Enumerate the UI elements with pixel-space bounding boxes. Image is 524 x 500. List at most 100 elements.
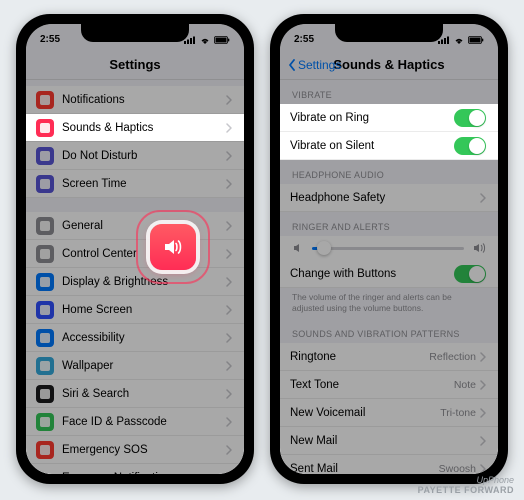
volume-high-icon: [472, 242, 486, 254]
row-label: Sounds & Haptics: [62, 122, 226, 134]
settings-row-sos[interactable]: Emergency SOS: [26, 436, 244, 464]
row-label: Vibrate on Ring: [290, 112, 454, 124]
row-label: Screen Time: [62, 178, 226, 190]
chevron-right-icon: [480, 193, 486, 203]
sounds-content[interactable]: VIBRATE Vibrate on Ring Vibrate on Silen…: [280, 80, 498, 474]
ringer-slider[interactable]: [312, 247, 464, 250]
siri-icon: [36, 385, 54, 403]
settings-row-dnd[interactable]: Do Not Disturb: [26, 142, 244, 170]
settings-row-siri[interactable]: Siri & Search: [26, 380, 244, 408]
settings-row-screen-time[interactable]: Screen Time: [26, 170, 244, 198]
phone-right: 2:55 Settings Sounds & Haptics VIBRATE V…: [270, 14, 508, 484]
row-sent-mail[interactable]: Sent Mail Swoosh: [280, 455, 498, 474]
screen-time-icon: [36, 175, 54, 193]
back-button[interactable]: Settings: [288, 50, 341, 79]
volume-icon: [161, 235, 185, 259]
chevron-right-icon: [226, 333, 232, 343]
row-headphone-safety[interactable]: Headphone Safety: [280, 184, 498, 212]
chevron-right-icon: [480, 408, 486, 418]
sounds-callout: [150, 224, 196, 270]
row-text-tone[interactable]: Text Tone Note: [280, 371, 498, 399]
settings-row-display[interactable]: Display & Brightness: [26, 268, 244, 296]
row-label: Wallpaper: [62, 360, 226, 372]
navbar: Settings: [26, 50, 244, 80]
chevron-right-icon: [226, 179, 232, 189]
back-label: Settings: [298, 58, 341, 72]
settings-row-exposure[interactable]: Exposure Notifications: [26, 464, 244, 474]
settings-row-sounds-haptics[interactable]: Sounds & Haptics: [26, 114, 244, 142]
settings-row-accessibility[interactable]: Accessibility: [26, 324, 244, 352]
navbar: Settings Sounds & Haptics: [280, 50, 498, 80]
row-ringtone[interactable]: Ringtone Reflection: [280, 343, 498, 371]
row-label: Ringtone: [290, 351, 429, 363]
row-vibrate-ring[interactable]: Vibrate on Ring: [280, 104, 498, 132]
status-right: [438, 36, 484, 44]
status-right: [184, 36, 230, 44]
row-label: Home Screen: [62, 304, 226, 316]
row-label: Siri & Search: [62, 388, 226, 400]
change-with-buttons-toggle[interactable]: [454, 265, 486, 283]
row-new-mail[interactable]: New Mail: [280, 427, 498, 455]
accessibility-icon: [36, 329, 54, 347]
chevron-right-icon: [480, 464, 486, 474]
display-icon: [36, 273, 54, 291]
battery-icon: [214, 36, 230, 44]
screen-left: 2:55 Settings Notifications Sounds & Hap…: [26, 24, 244, 474]
chevron-right-icon: [226, 389, 232, 399]
row-detail: Reflection: [429, 351, 476, 363]
row-label: Text Tone: [290, 379, 454, 391]
sounds-haptics-icon: [36, 119, 54, 137]
chevron-right-icon: [226, 95, 232, 105]
row-label: Emergency SOS: [62, 444, 226, 456]
row-label: Face ID & Passcode: [62, 416, 226, 428]
row-label: Accessibility: [62, 332, 226, 344]
notifications-icon: [36, 91, 54, 109]
notch: [335, 24, 443, 42]
chevron-right-icon: [226, 445, 232, 455]
settings-row-control-center[interactable]: Control Center: [26, 240, 244, 268]
chevron-right-icon: [480, 352, 486, 362]
row-detail: Note: [454, 379, 476, 391]
chevron-right-icon: [480, 436, 486, 446]
settings-list[interactable]: Notifications Sounds & Haptics Do Not Di…: [26, 80, 244, 474]
settings-row-home-screen[interactable]: Home Screen: [26, 296, 244, 324]
chevron-right-icon: [226, 221, 232, 231]
row-label: Vibrate on Silent: [290, 140, 454, 152]
ringer-footer: The volume of the ringer and alerts can …: [280, 288, 498, 319]
faceid-icon: [36, 413, 54, 431]
row-vibrate-silent[interactable]: Vibrate on Silent: [280, 132, 498, 160]
chevron-right-icon: [226, 473, 232, 475]
wallpaper-icon: [36, 357, 54, 375]
section-header-ringer: RINGER AND ALERTS: [280, 212, 498, 236]
settings-row-general[interactable]: General: [26, 212, 244, 240]
page-title: Sounds & Haptics: [333, 57, 444, 72]
page-title: Settings: [109, 57, 160, 72]
settings-row-notifications[interactable]: Notifications: [26, 86, 244, 114]
wifi-icon: [199, 36, 211, 44]
settings-row-wallpaper[interactable]: Wallpaper: [26, 352, 244, 380]
chevron-right-icon: [226, 277, 232, 287]
settings-row-faceid[interactable]: Face ID & Passcode: [26, 408, 244, 436]
row-label: Sent Mail: [290, 463, 439, 474]
section-header-headphone: HEADPHONE AUDIO: [280, 160, 498, 184]
ringer-slider-row[interactable]: [280, 236, 498, 260]
section-header-patterns: SOUNDS AND VIBRATION PATTERNS: [280, 319, 498, 343]
phone-left: 2:55 Settings Notifications Sounds & Hap…: [16, 14, 254, 484]
status-time: 2:55: [294, 34, 314, 45]
chevron-right-icon: [226, 417, 232, 427]
row-detail: Swoosh: [439, 463, 476, 474]
exposure-icon: [36, 469, 54, 475]
row-new-voicemail[interactable]: New Voicemail Tri-tone: [280, 399, 498, 427]
wifi-icon: [453, 36, 465, 44]
volume-low-icon: [292, 242, 304, 254]
chevron-right-icon: [226, 151, 232, 161]
home-screen-icon: [36, 301, 54, 319]
vibrate-ring-toggle[interactable]: [454, 109, 486, 127]
vibrate-silent-toggle[interactable]: [454, 137, 486, 155]
status-time: 2:55: [40, 34, 60, 45]
row-label: New Voicemail: [290, 407, 440, 419]
watermark: UpPhone PAYETTE FORWARD: [418, 476, 514, 496]
chevron-left-icon: [288, 59, 296, 71]
chevron-right-icon: [226, 123, 232, 133]
change-with-buttons-row[interactable]: Change with Buttons: [280, 260, 498, 288]
